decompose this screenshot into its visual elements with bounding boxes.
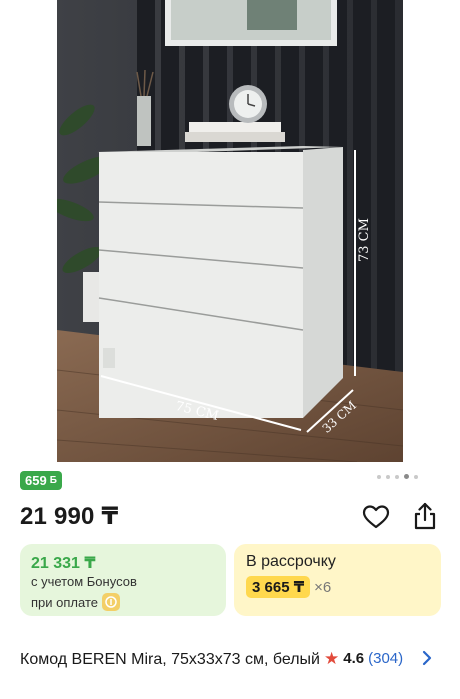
bonus-price-caption: с учетом Бонусов: [31, 574, 137, 589]
pagination-dot[interactable]: [377, 474, 381, 479]
bonus-points-value: 659: [25, 473, 47, 488]
bonus-points-badge: 659 Б: [20, 471, 62, 490]
bonus-coin-icon: [101, 593, 120, 611]
gallery-pagination[interactable]: [377, 474, 418, 479]
product-price: 21 990 ₸: [20, 503, 119, 530]
share-icon: [414, 502, 436, 530]
bonus-currency-icon: Б: [49, 475, 57, 486]
rating-value: 4.6: [343, 650, 365, 667]
bonus-price-card[interactable]: 21 331 ₸ с учетом Бонусов при оплате: [20, 544, 226, 616]
reviews-count-link[interactable]: (304): [368, 650, 403, 667]
pagination-dot[interactable]: [386, 474, 390, 479]
favorite-button[interactable]: [362, 503, 390, 531]
product-title: Комод BEREN Mira, 75x33x73 см, белый: [20, 651, 320, 668]
payment-caption: при оплате: [31, 594, 98, 610]
installment-multiplier: ×6: [314, 578, 332, 596]
dimension-height-label: 73 CM: [357, 218, 372, 262]
share-button[interactable]: [411, 501, 439, 531]
heart-icon: [362, 505, 390, 529]
star-icon: ★: [324, 649, 340, 668]
pagination-dot-active[interactable]: [404, 474, 409, 479]
pagination-dot[interactable]: [395, 474, 399, 479]
dresser-illustration: [57, 0, 403, 462]
bonus-price-caption-2: при оплате: [31, 593, 120, 611]
installment-amount: 3 665 ₸: [246, 576, 311, 598]
product-rating[interactable]: ★ 4.6 (304): [324, 650, 403, 667]
chevron-right-icon[interactable]: [421, 649, 433, 667]
bonus-price: 21 331 ₸: [31, 555, 96, 572]
installment-card[interactable]: В рассрочку 3 665 ₸ ×6: [234, 544, 441, 616]
installment-row: 3 665 ₸ ×6: [246, 576, 331, 598]
product-gallery[interactable]: 73 CM 75 CM 33 CM: [0, 0, 460, 462]
installment-title: В рассрочку: [246, 553, 336, 570]
pagination-dot[interactable]: [414, 474, 418, 479]
product-photo[interactable]: 73 CM 75 CM 33 CM: [57, 0, 403, 462]
